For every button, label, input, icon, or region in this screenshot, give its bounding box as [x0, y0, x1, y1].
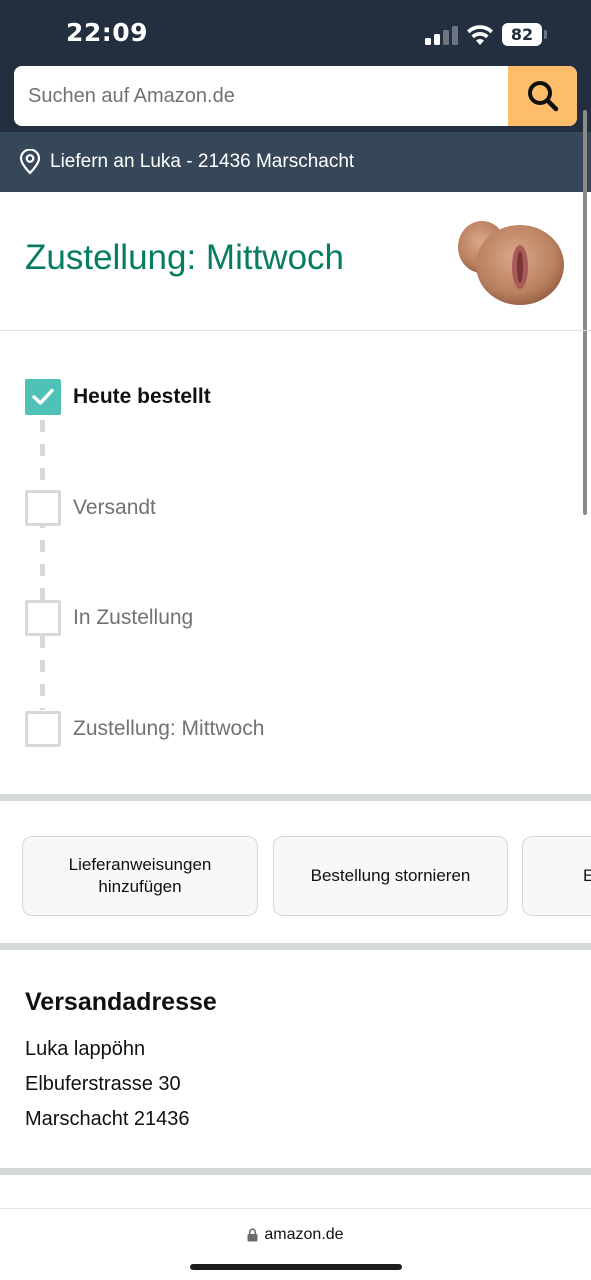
browser-bottom-bar: amazon.de — [0, 1208, 591, 1280]
section-divider — [0, 943, 591, 950]
status-bar: 22:09 82 — [0, 0, 591, 66]
deliver-to-text: Liefern an Luka - 21436 Marschacht — [50, 151, 355, 172]
step-label-out-for-delivery: In Zustellung — [73, 606, 194, 629]
address-bar[interactable]: amazon.de — [0, 1226, 591, 1244]
step-label-delivery: Zustellung: Mittwoch — [73, 717, 265, 740]
step-label-shipped: Versandt — [73, 496, 156, 519]
product-image[interactable] — [452, 215, 567, 310]
url-text: amazon.de — [264, 1226, 344, 1243]
checkmark-icon — [32, 388, 54, 405]
cellular-signal-icon — [425, 25, 458, 45]
step-checkbox-ordered — [25, 379, 61, 415]
add-delivery-instructions-button[interactable]: Lieferanweisungen hinzufügen — [22, 836, 258, 916]
section-divider — [0, 794, 591, 801]
step-checkbox-out-for-delivery — [25, 600, 61, 636]
deliver-to-bar[interactable]: Liefern an Luka - 21436 Marschacht — [0, 132, 591, 192]
search-input[interactable] — [14, 66, 508, 126]
scrollbar[interactable] — [583, 110, 587, 515]
divider — [0, 330, 591, 331]
more-action-button[interactable]: E — [522, 836, 591, 916]
address-city: Marschacht 21436 — [25, 1108, 190, 1130]
lock-icon — [247, 1228, 258, 1242]
address-name: Luka lappöhn — [25, 1038, 146, 1060]
header — [0, 66, 591, 132]
step-label-ordered: Heute bestellt — [73, 385, 211, 408]
location-pin-icon — [19, 149, 41, 175]
more-action-label: E — [583, 866, 591, 885]
address-street: Elbuferstrasse 30 — [25, 1073, 181, 1095]
wifi-icon — [467, 25, 493, 45]
step-checkbox-delivery — [25, 711, 61, 747]
tracking-progress-line — [40, 420, 45, 710]
step-checkbox-shipped — [25, 490, 61, 526]
section-divider — [0, 1168, 591, 1175]
search-button[interactable] — [508, 66, 577, 126]
home-indicator[interactable] — [190, 1264, 402, 1270]
add-delivery-instructions-label: Lieferanweisungen hinzufügen — [68, 855, 212, 896]
delivery-date-title: Zustellung: Mittwoch — [25, 238, 345, 277]
cancel-order-button[interactable]: Bestellung stornieren — [273, 836, 508, 916]
search-bar — [14, 66, 577, 126]
status-time: 22:09 — [66, 18, 149, 47]
cancel-order-label: Bestellung stornieren — [310, 866, 471, 885]
battery-icon: 82 — [502, 23, 547, 46]
shipping-address-heading: Versandadresse — [25, 988, 217, 1016]
search-icon — [527, 81, 558, 112]
